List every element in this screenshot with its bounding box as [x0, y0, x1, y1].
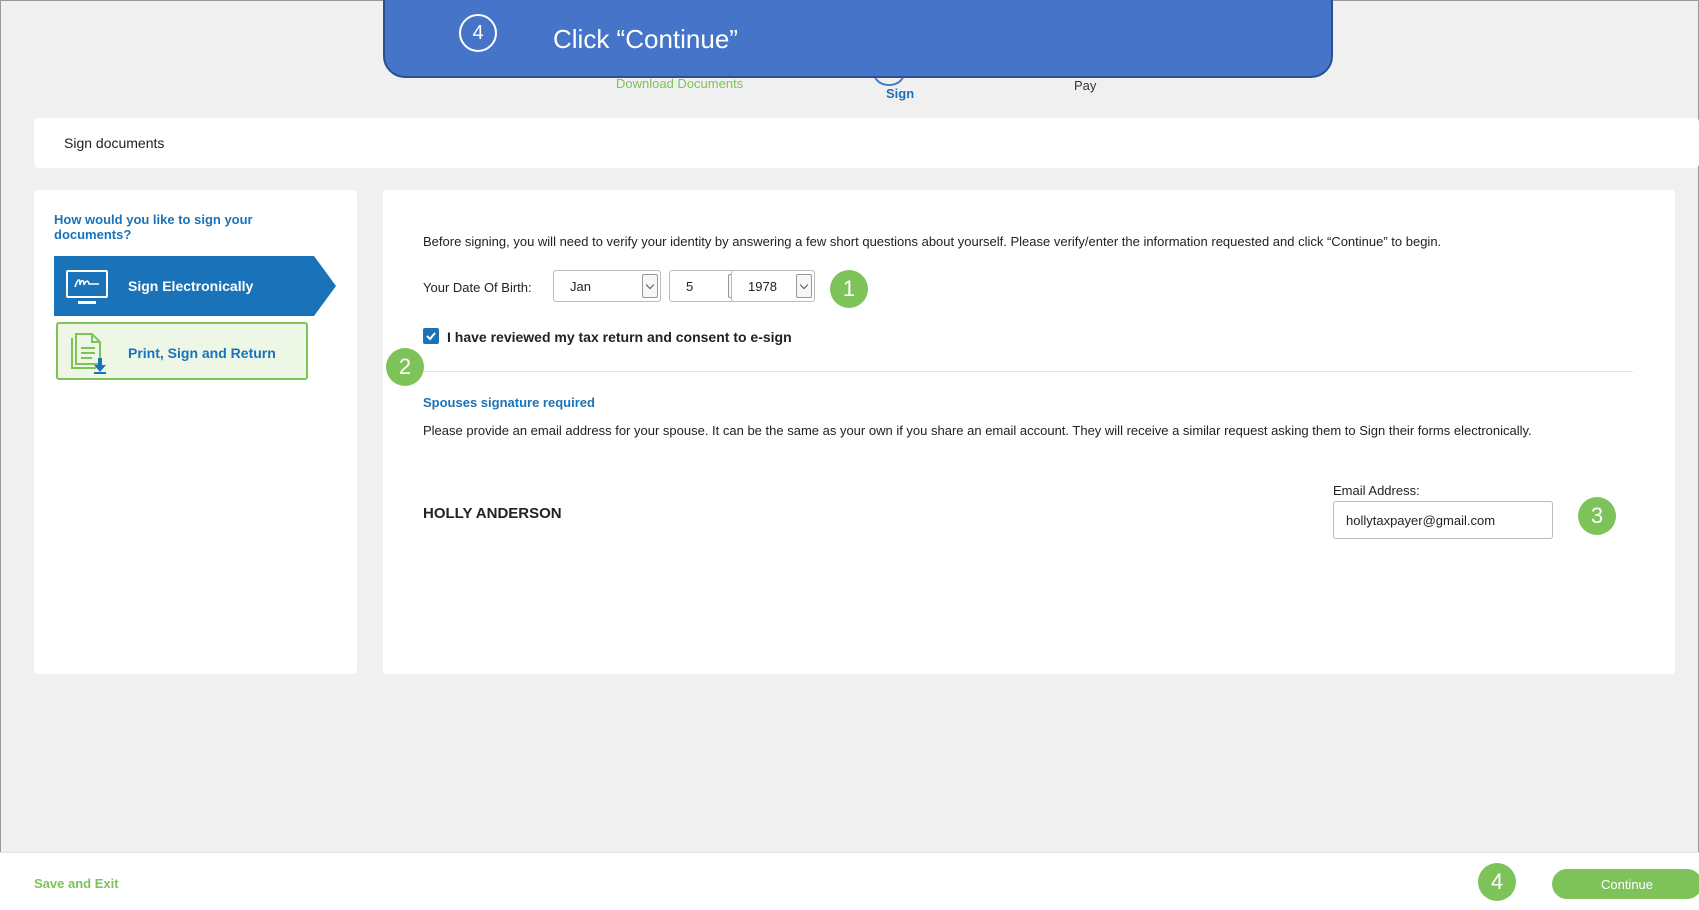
- footer-bar: Save and Exit Continue: [0, 852, 1699, 910]
- page-title: Sign documents: [64, 135, 165, 151]
- signature-monitor-icon: [66, 270, 108, 304]
- instruction-callout: 4 Click “Continue”: [383, 0, 1333, 78]
- print-sign-return-label: Print, Sign and Return: [128, 345, 276, 361]
- spouse-instructions: Please provide an email address for your…: [423, 423, 1532, 438]
- section-divider: [423, 371, 1633, 372]
- dob-month-select[interactable]: Jan: [553, 270, 661, 302]
- callout-text: Click “Continue”: [553, 24, 738, 54]
- checkmark-icon: [426, 332, 436, 341]
- step-sign: Sign: [886, 86, 915, 101]
- sign-details-panel: Before signing, you will need to verify …: [383, 190, 1675, 674]
- dob-year-select[interactable]: 1978: [731, 270, 815, 302]
- consent-label: I have reviewed my tax return and consen…: [447, 329, 792, 345]
- chevron-down-icon: [796, 274, 812, 298]
- spouse-name: HOLLY ANDERSON: [423, 505, 562, 522]
- step-marker-3: 3: [1578, 497, 1616, 535]
- date-of-birth-label: Your Date Of Birth:: [423, 280, 532, 295]
- identity-intro-text: Before signing, you will need to verify …: [423, 234, 1442, 249]
- spouse-email-input[interactable]: [1333, 501, 1553, 539]
- step-marker-2: 2: [386, 348, 424, 386]
- sign-electronically-label: Sign Electronically: [128, 278, 254, 294]
- download-document-icon: [68, 330, 110, 379]
- continue-button[interactable]: Continue: [1552, 869, 1699, 899]
- sign-method-panel: How would you like to sign your document…: [34, 190, 357, 674]
- consent-checkbox[interactable]: [423, 328, 439, 344]
- dob-month-value: Jan: [570, 279, 591, 294]
- step-download-documents[interactable]: Download Documents: [616, 76, 743, 91]
- save-and-exit-link[interactable]: Save and Exit: [34, 876, 119, 891]
- dob-day-value: 5: [686, 279, 694, 294]
- chevron-down-icon: [642, 274, 658, 298]
- print-sign-return-option[interactable]: Print, Sign and Return: [56, 322, 308, 380]
- callout-step-number: 4: [459, 14, 497, 52]
- sign-method-heading: How would you like to sign your document…: [54, 212, 253, 242]
- email-address-label: Email Address:: [1333, 483, 1420, 498]
- dob-year-value: 1978: [748, 279, 777, 294]
- spouse-signature-heading: Spouses signature required: [423, 395, 595, 410]
- sign-electronically-option[interactable]: Sign Electronically: [54, 256, 336, 316]
- page-title-bar: Sign documents: [34, 118, 1699, 168]
- step-marker-4: 4: [1478, 863, 1516, 901]
- step-pay: Pay: [1074, 78, 1097, 93]
- step-marker-1: 1: [830, 270, 868, 308]
